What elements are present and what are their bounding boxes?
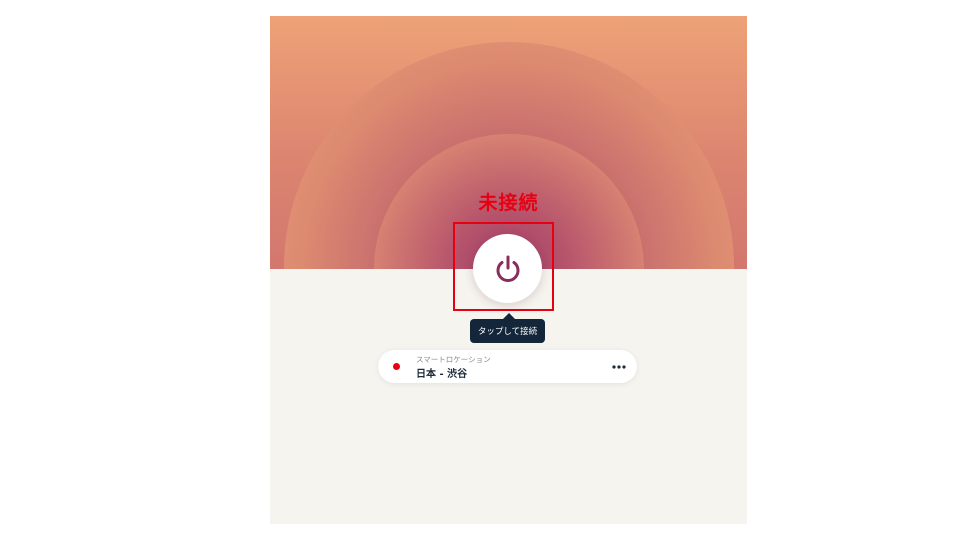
location-status-dot: [393, 363, 400, 370]
power-icon: [496, 255, 519, 282]
more-horizontal-icon: [612, 364, 626, 369]
location-picker[interactable]: スマートロケーション 日本 - 渋谷: [378, 350, 637, 383]
location-caption: スマートロケーション: [416, 355, 491, 364]
connection-status-label: 未接続: [478, 192, 539, 214]
more-options-button[interactable]: [609, 358, 629, 375]
vpn-app-window: 未接続 タップして接続 スマートロケーション 日本 - 渋谷: [270, 16, 747, 524]
tap-to-connect-tooltip: タップして接続: [470, 319, 545, 343]
location-name: 日本 - 渋谷: [416, 369, 468, 380]
power-button[interactable]: [473, 234, 542, 303]
